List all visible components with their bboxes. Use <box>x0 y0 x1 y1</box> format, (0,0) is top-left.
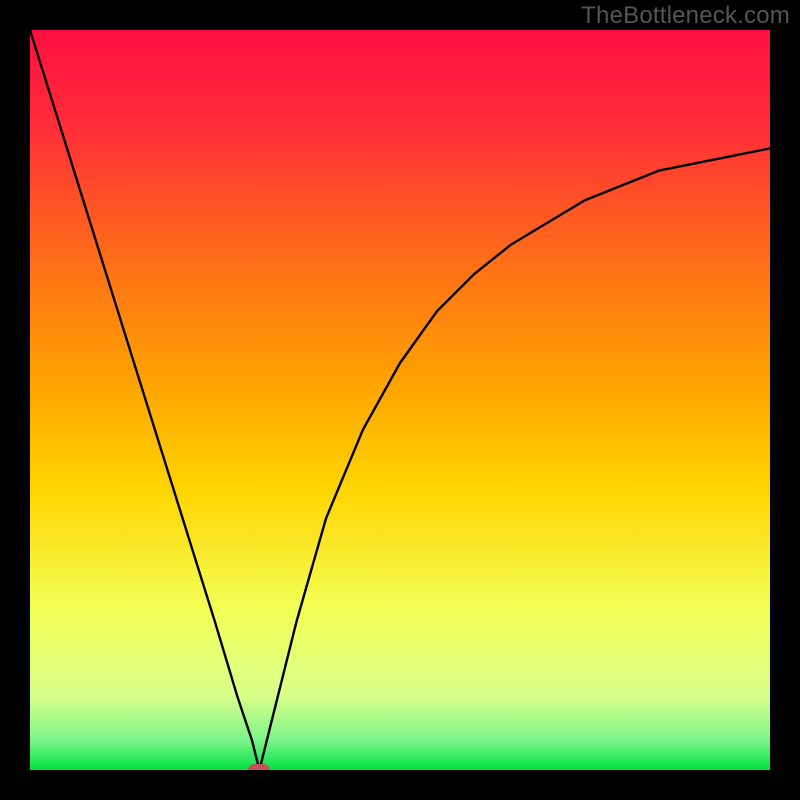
bottleneck-curve <box>30 30 770 770</box>
minimum-marker <box>248 764 270 770</box>
plot-area <box>30 30 770 770</box>
chart-frame: TheBottleneck.com <box>0 0 800 800</box>
watermark-text: TheBottleneck.com <box>581 2 790 30</box>
